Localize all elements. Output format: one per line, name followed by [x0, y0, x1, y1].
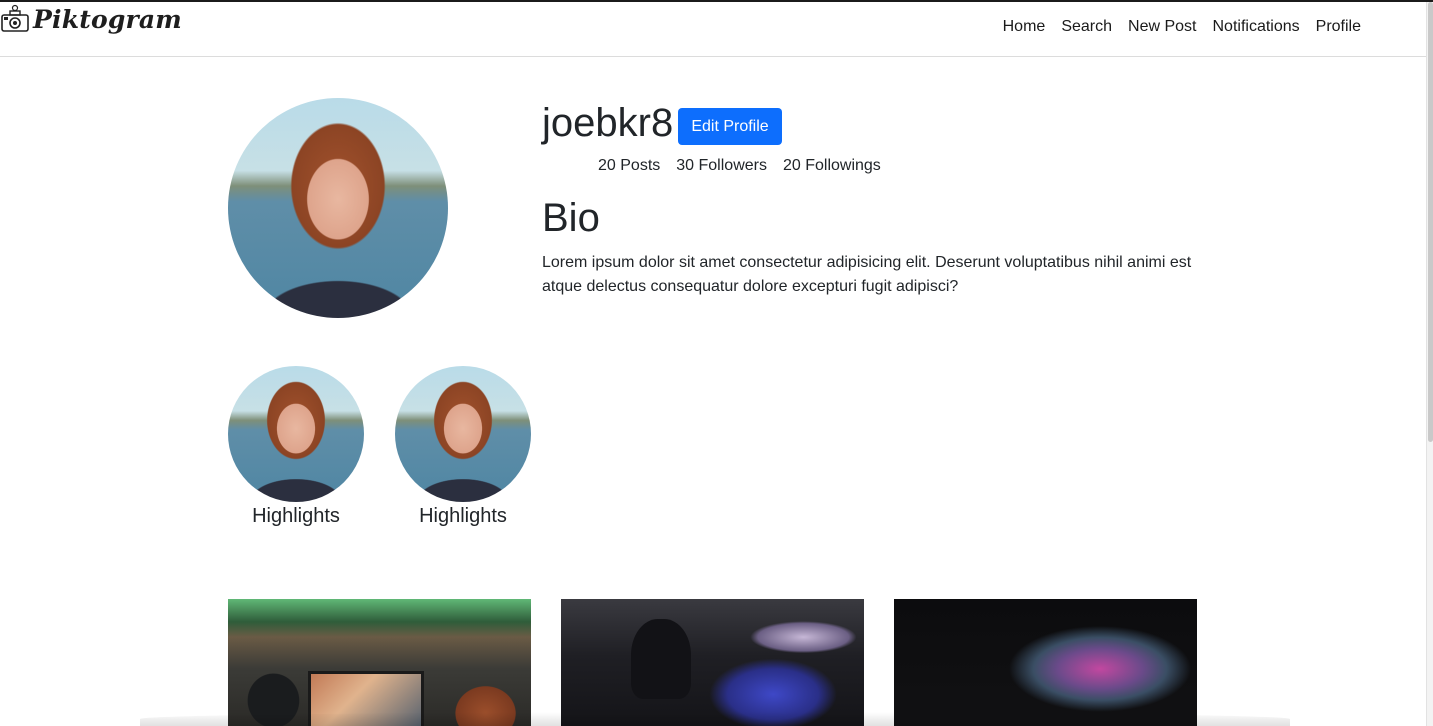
nav-home[interactable]: Home [1003, 18, 1046, 36]
highlight-item[interactable]: Highlights [226, 366, 366, 528]
post-thumbnail[interactable] [561, 599, 864, 726]
profile-avatar [228, 98, 448, 318]
nav-profile[interactable]: Profile [1316, 18, 1361, 36]
navbar: Piktogram Home Search New Post Notificat… [0, 2, 1426, 57]
brand[interactable]: Piktogram [0, 4, 182, 34]
highlight-label: Highlights [419, 505, 507, 527]
posts-count[interactable]: 20 Posts [598, 157, 660, 175]
bio-text: Lorem ipsum dolor sit amet consectetur a… [542, 254, 1192, 295]
highlight-thumbnail[interactable] [228, 366, 364, 502]
nav-search[interactable]: Search [1061, 18, 1112, 36]
bio-heading: Bio [542, 196, 600, 240]
highlight-label: Highlights [252, 505, 340, 527]
nav-new-post[interactable]: New Post [1128, 18, 1196, 36]
scrollbar-thumb[interactable] [1428, 2, 1433, 442]
followers-count[interactable]: 30 Followers [676, 157, 767, 175]
brand-name: Piktogram [33, 4, 182, 34]
post-thumbnail[interactable] [894, 599, 1197, 726]
profile-username: joebkr8 [542, 101, 674, 145]
profile-stats: 20 Posts 30 Followers 20 Followings [598, 157, 881, 175]
page-scrollbar[interactable] [1426, 2, 1433, 726]
window-bottom-shadow [140, 712, 1290, 726]
nav-menu: Home Search New Post Notifications Profi… [1003, 18, 1361, 36]
camera-icon [1, 4, 29, 32]
edit-profile-button[interactable]: Edit Profile [678, 108, 782, 145]
highlight-thumbnail[interactable] [395, 366, 531, 502]
post-thumbnail[interactable] [228, 599, 531, 726]
followings-count[interactable]: 20 Followings [783, 157, 881, 175]
highlight-item[interactable]: Highlights [393, 366, 533, 528]
nav-notifications[interactable]: Notifications [1212, 18, 1299, 36]
